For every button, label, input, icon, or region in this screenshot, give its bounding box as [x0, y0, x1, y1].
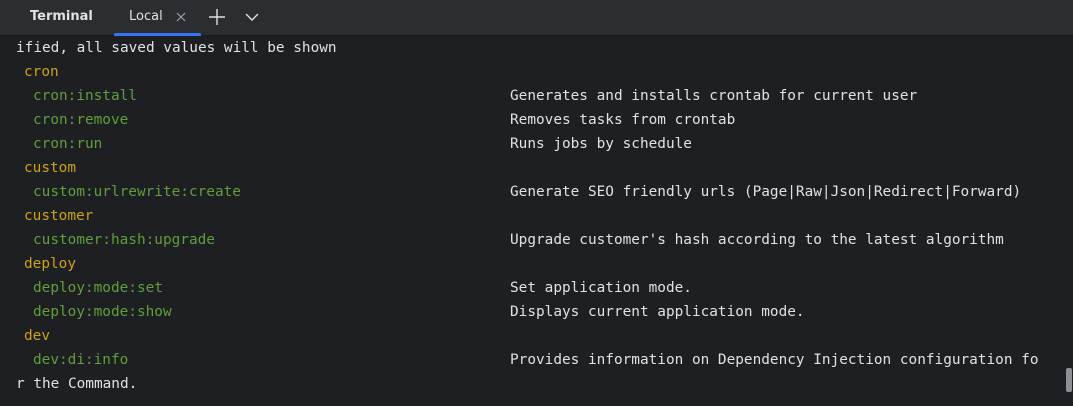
command-name: cron:remove: [33, 112, 129, 128]
command-name: dev:di:info: [33, 352, 129, 368]
scrollbar-thumb[interactable]: [1066, 368, 1072, 392]
command-description: Removes tasks from crontab: [510, 112, 736, 128]
terminal-window: Terminal Local ified, all saved values w…: [0, 0, 1073, 406]
command-description: Provides information on Dependency Injec…: [510, 352, 1039, 368]
plus-icon[interactable]: [208, 8, 226, 26]
command-name: cron:install: [33, 88, 137, 104]
command-description: Set application mode.: [510, 280, 692, 296]
command-description: Generate SEO friendly urls (Page|Raw|Jso…: [510, 184, 1022, 200]
command-group: dev: [24, 328, 50, 344]
command-name: cron:run: [33, 136, 103, 152]
terminal-output[interactable]: ified, all saved values will be shown cr…: [0, 36, 1073, 406]
command-description: Upgrade customer's hash according to the…: [510, 232, 1004, 248]
command-group: deploy: [24, 256, 76, 272]
chevron-down-icon[interactable]: [244, 10, 260, 24]
command-description: Generates and installs crontab for curre…: [510, 88, 918, 104]
command-name: custom:urlrewrite:create: [33, 184, 241, 200]
output-line: r the Command.: [16, 376, 138, 392]
command-name: deploy:mode:show: [33, 304, 172, 320]
tab-local[interactable]: Local: [114, 0, 201, 36]
tool-window-title: Terminal: [30, 9, 93, 24]
tab-label: Local: [129, 9, 163, 24]
command-name: customer:hash:upgrade: [33, 232, 215, 248]
command-group: cron: [24, 64, 59, 80]
command-description: Runs jobs by schedule: [510, 136, 692, 152]
command-description: Displays current application mode.: [510, 304, 805, 320]
command-group: custom: [24, 160, 76, 176]
close-icon[interactable]: [175, 11, 187, 23]
command-name: deploy:mode:set: [33, 280, 163, 296]
command-group: customer: [24, 208, 94, 224]
tool-window-header: Terminal Local: [0, 0, 1073, 36]
output-line: ified, all saved values will be shown: [16, 40, 337, 56]
